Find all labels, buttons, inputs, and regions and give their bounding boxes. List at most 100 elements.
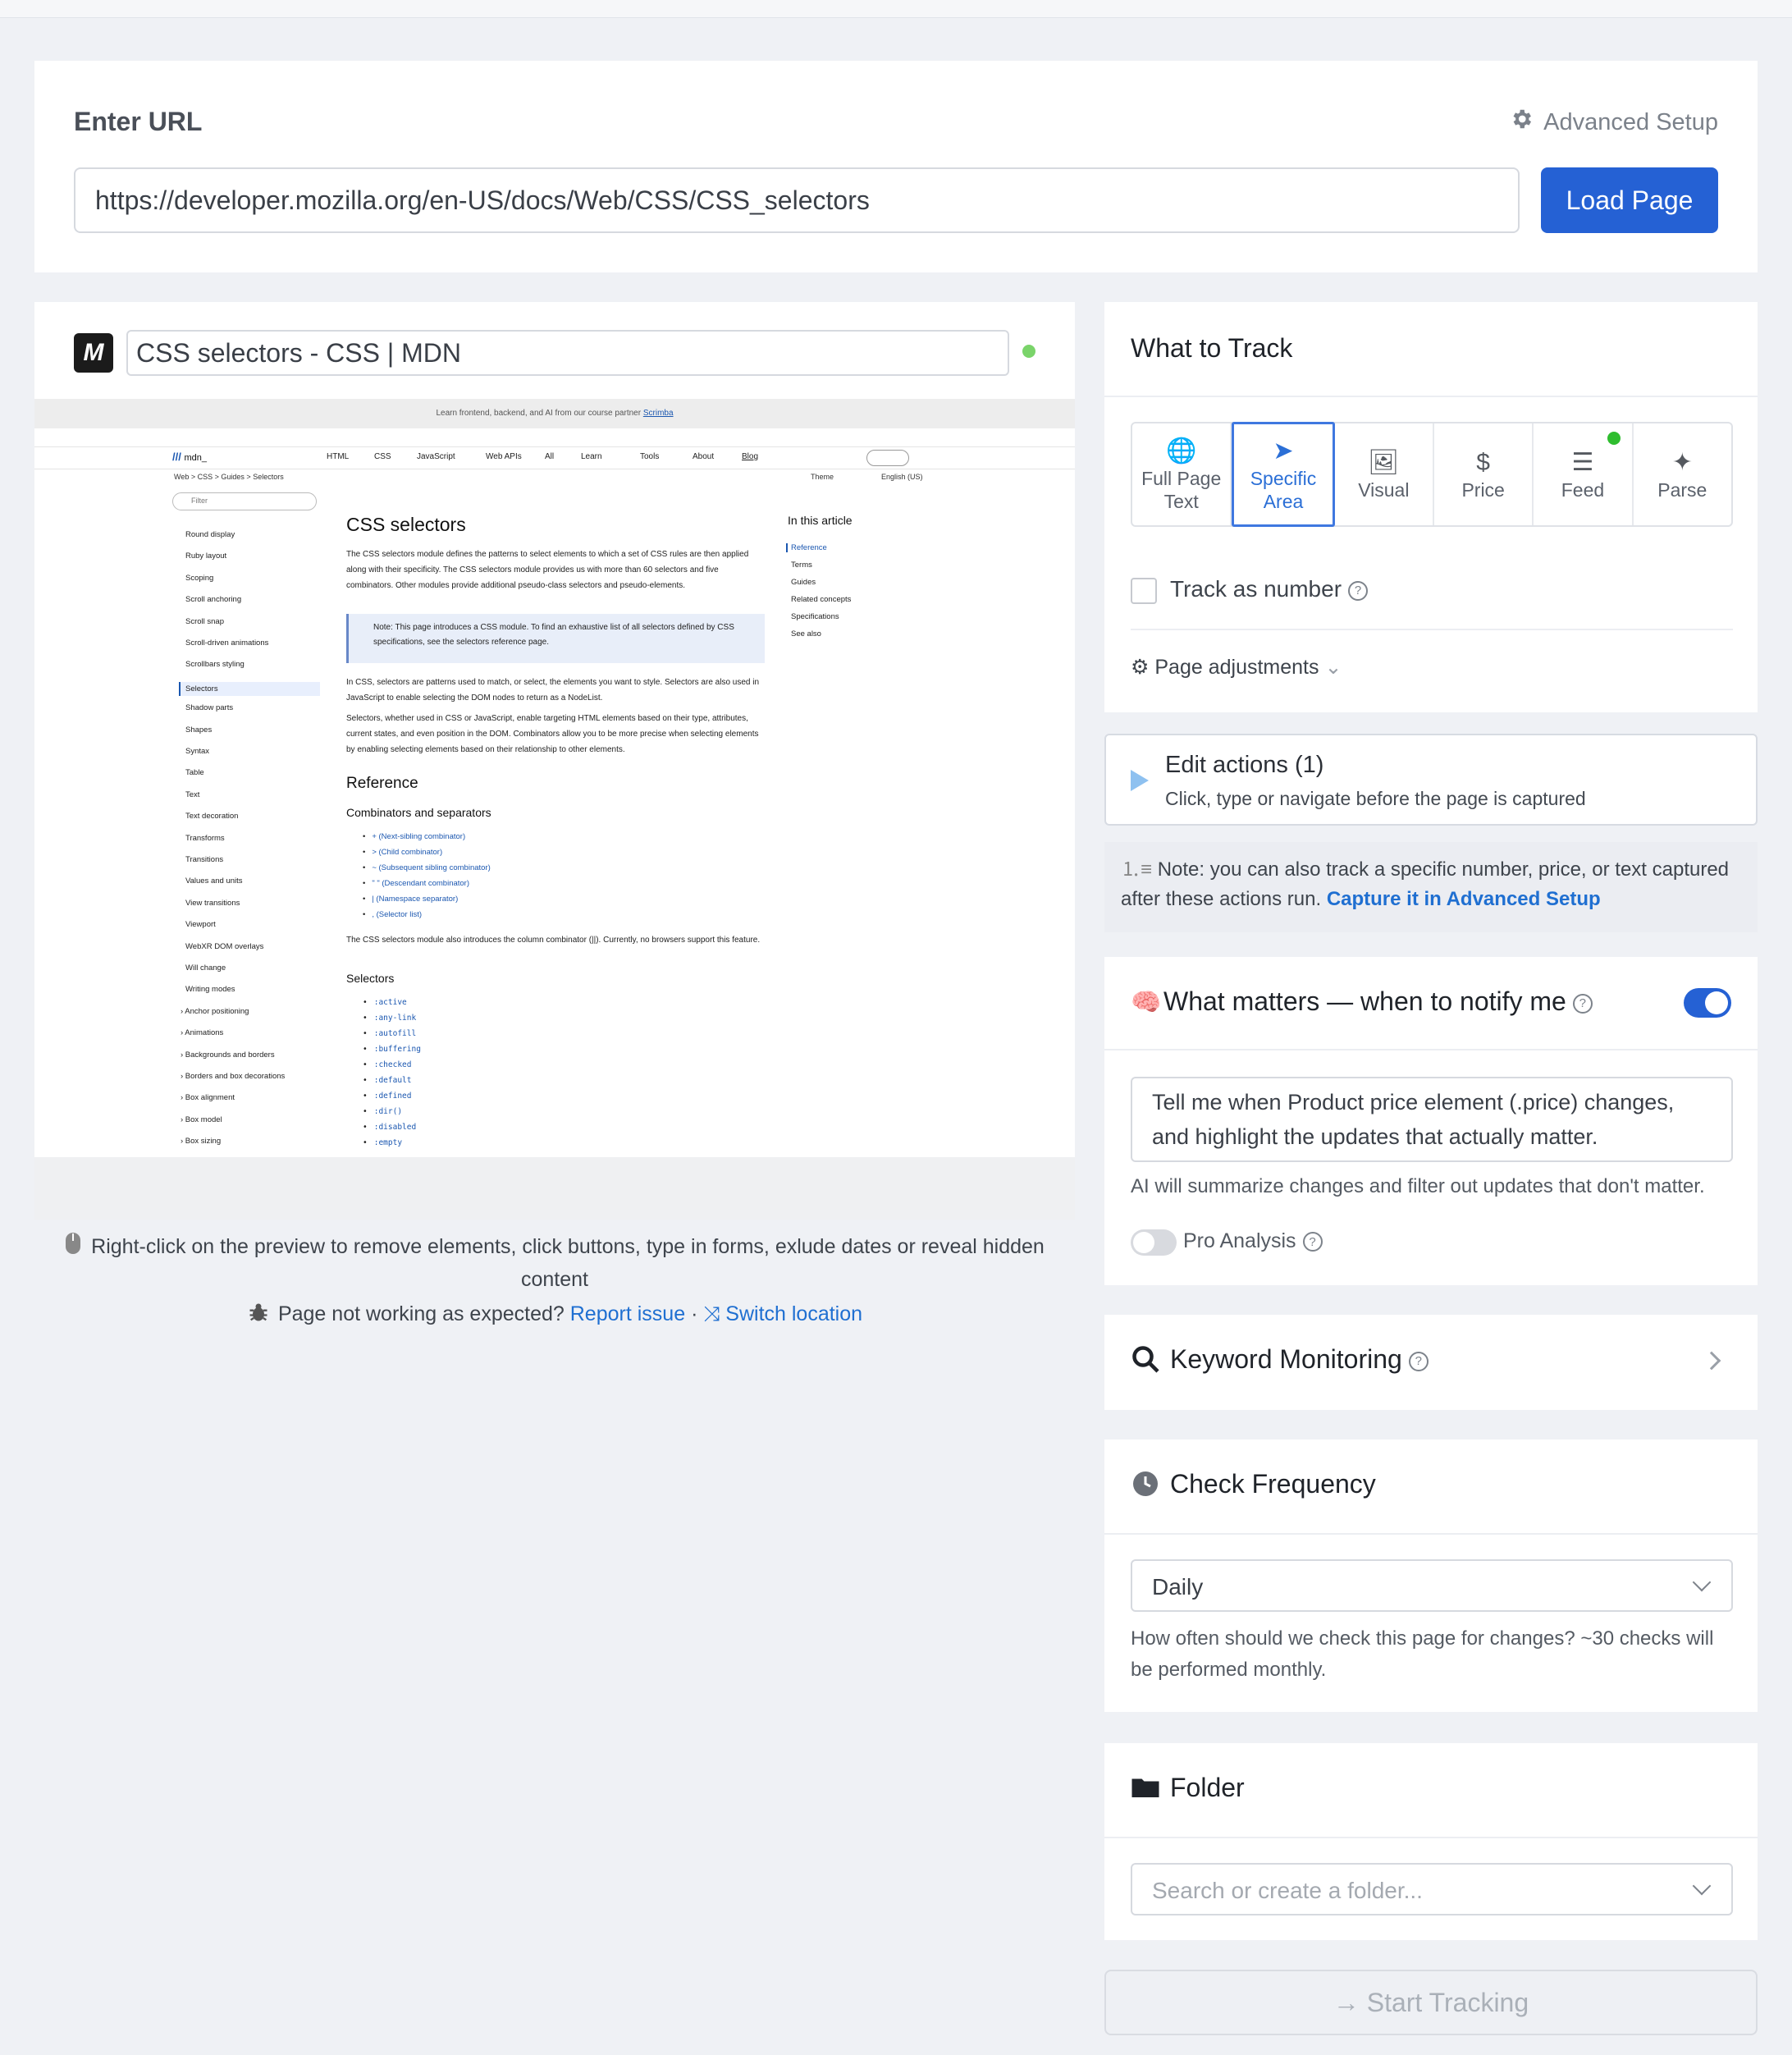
track-as-number-checkbox[interactable] [1131,578,1157,604]
mdn-selector-item[interactable]: :disabled [363,1123,416,1132]
mdn-sidebar-item[interactable]: › Box model [181,1115,222,1124]
crumb[interactable]: CSS [198,473,213,481]
page-preview[interactable]: Learn frontend, backend, and AI from our… [34,399,1075,1157]
mdn-sidebar-item[interactable]: Writing modes [185,985,235,994]
help-icon[interactable]: ? [1408,1351,1429,1371]
notify-toggle[interactable] [1684,988,1731,1018]
mdn-selector-item[interactable]: :any-link [363,1014,416,1023]
mdn-nav-item[interactable]: All [545,452,554,461]
mdn-sidebar-item[interactable]: Values and units [185,876,243,886]
mdn-selector-item[interactable]: :autofill [363,1029,416,1038]
switch-location-link[interactable]: ⤨ Switch location [703,1302,862,1325]
mdn-nav-item[interactable]: Tools [640,452,659,461]
mdn-nav-item[interactable]: Blog [742,452,758,461]
mdn-nav-item[interactable]: CSS [374,452,391,461]
mdn-toc-item[interactable]: See also [791,629,821,638]
mdn-theme[interactable]: Theme [811,473,834,481]
mdn-sidebar-item[interactable]: Shadow parts [185,703,233,712]
mdn-toc-item[interactable]: Specifications [791,612,839,621]
mdn-sidebar-item[interactable]: WebXR DOM overlays [185,942,263,951]
mdn-combinator-item[interactable]: ~ (Subsequent sibling combinator) [363,863,490,872]
folder-select[interactable]: Search or create a folder... [1131,1863,1733,1915]
report-issue-link[interactable]: Report issue [570,1302,685,1325]
page-title-input[interactable] [126,330,1009,376]
tab-price[interactable]: $ Price [1434,423,1534,525]
mdn-nav-item[interactable]: JavaScript [417,452,455,461]
mdn-sidebar-item[interactable]: View transitions [185,899,240,908]
mdn-sidebar-item[interactable]: Scroll anchoring [185,595,241,604]
capture-advanced-link[interactable]: Capture it in Advanced Setup [1327,888,1601,910]
mdn-toc-item[interactable]: Related concepts [791,595,851,604]
mdn-nav-item[interactable]: Web APIs [486,452,522,461]
mdn-sidebar-item[interactable]: Round display [185,530,235,539]
tab-specific-area[interactable]: ➤ Specific Area [1232,422,1335,527]
mdn-selector-item[interactable]: :defined [363,1092,412,1101]
mdn-nav-item[interactable]: HTML [327,452,349,461]
help-icon[interactable]: ? [1302,1232,1323,1252]
mdn-logo[interactable]: /// mdn_ [172,451,207,463]
mdn-sidebar-item[interactable]: › Animations [181,1028,223,1037]
frequency-select[interactable]: Daily [1131,1559,1733,1612]
mdn-sidebar-item[interactable]: Scroll snap [185,617,224,626]
advanced-setup-link[interactable]: Advanced Setup [1509,107,1718,138]
mdn-sidebar-item[interactable]: › Box alignment [181,1093,235,1102]
mdn-sidebar-item[interactable]: Ruby layout [185,552,226,561]
page-adjustments-toggle[interactable]: ⚙ Page adjustments ⌄ [1131,655,1342,680]
mdn-selector-item[interactable]: :checked [363,1060,412,1069]
pro-analysis-toggle[interactable] [1131,1229,1177,1256]
help-icon[interactable]: ? [1572,993,1593,1014]
mdn-sidebar-item[interactable]: Shapes [185,725,212,735]
frequency-help: How often should we check this page for … [1131,1627,1714,1681]
mdn-combinator-item[interactable]: > (Child combinator) [363,848,442,857]
mdn-selector-item[interactable]: :dir() [363,1107,402,1116]
mdn-sidebar-item[interactable]: Table [185,768,204,777]
mdn-selector-item[interactable]: :active [363,998,407,1007]
crumb[interactable]: Guides [221,473,245,481]
mdn-sidebar-item[interactable]: Text decoration [185,812,238,821]
tab-full-page-text[interactable]: 🌐 Full Page Text [1132,423,1232,525]
mdn-banner-link[interactable]: Scrimba [643,409,674,418]
tab-parse[interactable]: ✦ Parse [1634,423,1731,525]
keyword-monitoring-row[interactable]: Keyword Monitoring? [1104,1315,1758,1410]
mdn-language[interactable]: English (US) [881,473,923,481]
mdn-sidebar-item[interactable]: › Backgrounds and borders [181,1050,275,1060]
mdn-sidebar-item[interactable]: Scrollbars styling [185,660,245,669]
mdn-sidebar-item[interactable]: › Box sizing [181,1137,221,1146]
help-icon[interactable]: ? [1348,580,1369,601]
mdn-combinator-item[interactable]: , (Selector list) [363,910,422,919]
mdn-sidebar-item[interactable]: Viewport [185,920,216,929]
mdn-combinator-item[interactable]: " " (Descendant combinator) [363,879,469,888]
mdn-sidebar-item[interactable]: › Anchor positioning [181,1007,249,1016]
mdn-selector-item[interactable]: :empty [363,1138,402,1147]
url-input[interactable] [74,167,1520,233]
mdn-sidebar-item[interactable]: Selectors [179,681,320,696]
mdn-combinator-item[interactable]: | (Namespace separator) [363,895,458,904]
mdn-sidebar-item[interactable]: Syntax [185,747,209,756]
mdn-selector-item[interactable]: :buffering [363,1045,421,1054]
mdn-sidebar-item[interactable]: Transforms [185,834,225,843]
mdn-toc-item[interactable]: Reference [786,543,827,552]
notify-prompt-textarea[interactable]: Tell me when Product price element (.pri… [1131,1077,1733,1162]
edit-actions-button[interactable]: Edit actions (1) Click, type or navigate… [1104,734,1758,826]
start-tracking-button[interactable]: → Start Tracking [1104,1970,1758,2035]
mdn-nav-item[interactable]: Learn [581,452,602,461]
mdn-nav-item[interactable]: About [693,452,714,461]
mdn-filter-input[interactable]: Filter [172,492,317,510]
mdn-sidebar-item[interactable]: Transitions [185,855,223,864]
mdn-sidebar-item[interactable]: Scoping [185,574,213,583]
mdn-banner[interactable]: Learn frontend, backend, and AI from our… [34,399,1075,428]
mdn-sidebar-item[interactable]: Will change [185,963,226,973]
mdn-sidebar-item[interactable]: Scroll-driven animations [185,638,268,648]
mdn-sidebar-item[interactable]: Text [185,790,199,799]
mdn-sidebar-item[interactable]: › Borders and box decorations [181,1072,285,1081]
mdn-search-icon[interactable] [866,450,909,466]
mdn-toc-item[interactable]: Terms [791,561,812,570]
tab-visual[interactable]: 🖼 Visual [1335,423,1434,525]
mdn-combinator-item[interactable]: + (Next-sibling combinator) [363,832,465,841]
mdn-toc-item[interactable]: Guides [791,578,816,587]
mdn-nav: /// mdn_ HTML CSS JavaScript Web APIs Al… [34,446,1075,469]
crumb[interactable]: Web [174,473,189,481]
tab-feed[interactable]: ☰ Feed [1534,423,1634,525]
mdn-selector-item[interactable]: :default [363,1076,412,1085]
load-page-button[interactable]: Load Page [1541,167,1718,233]
